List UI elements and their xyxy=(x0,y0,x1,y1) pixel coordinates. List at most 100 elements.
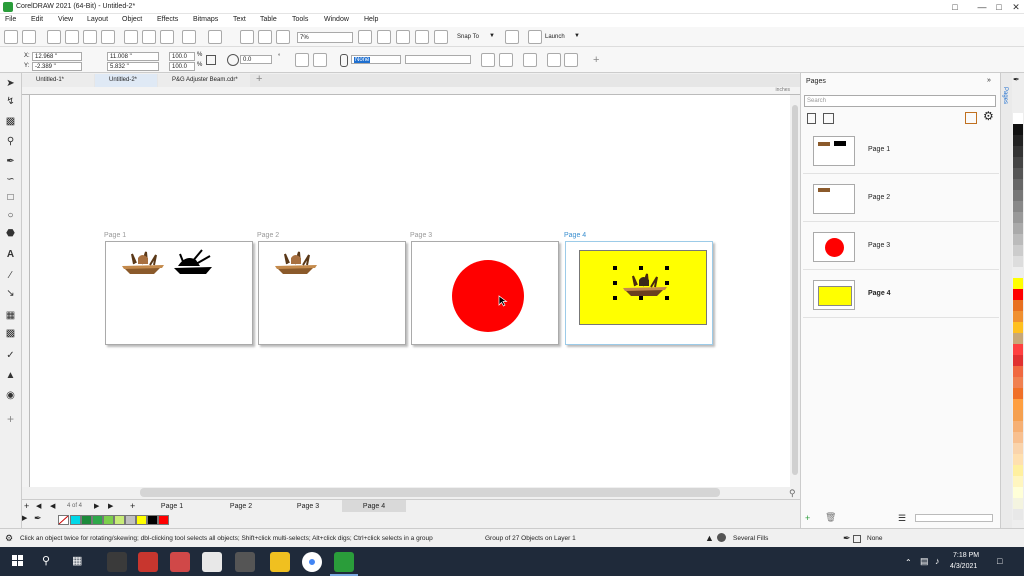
color-swatch[interactable] xyxy=(1013,421,1023,432)
color-swatch[interactable] xyxy=(1013,212,1023,223)
menu-bitmaps[interactable]: Bitmaps xyxy=(193,16,218,23)
save-icon[interactable] xyxy=(47,30,61,44)
outline-width-dropdown[interactable]: None xyxy=(351,55,401,64)
add-document-icon[interactable]: + xyxy=(256,73,262,85)
redo-icon[interactable] xyxy=(208,30,222,44)
boat-artwork-brown[interactable] xyxy=(273,246,323,276)
color-swatch[interactable] xyxy=(1013,234,1023,245)
palette-menu-icon[interactable]: ▶ xyxy=(22,514,27,522)
volume-icon[interactable]: ♪ xyxy=(935,556,940,566)
launch-icon[interactable] xyxy=(528,30,542,44)
envelope-tool-icon[interactable]: ▦ xyxy=(3,309,18,322)
color-swatch[interactable] xyxy=(1013,157,1023,168)
vertical-scrollbar[interactable] xyxy=(790,95,800,487)
mirror-horizontal-icon[interactable] xyxy=(295,53,309,67)
page-thumbnail-2[interactable] xyxy=(813,184,855,214)
ellipse-tool-icon[interactable]: ○ xyxy=(3,209,18,222)
page-3[interactable] xyxy=(411,241,559,345)
maximize-button[interactable]: □ xyxy=(992,1,1006,13)
page-thumbnail-row-4[interactable]: Page 4 xyxy=(803,272,999,318)
rectangle-tool-icon[interactable]: □ xyxy=(3,191,18,204)
shape-tool-icon[interactable]: ↯ xyxy=(3,95,18,108)
rotation-angle-field[interactable]: 0.0 xyxy=(240,55,272,64)
doc-tab-pg-adjuster-beam[interactable]: P&G Adjuster Beam.cdr* xyxy=(158,74,250,87)
taskbar-date[interactable]: 4/3/2021 xyxy=(950,563,977,570)
import-icon[interactable] xyxy=(240,30,254,44)
document-palette-swatch[interactable] xyxy=(114,515,125,525)
rulers-icon[interactable] xyxy=(434,30,448,44)
list-view-icon[interactable]: ☰ xyxy=(898,513,906,524)
color-swatch[interactable] xyxy=(1013,333,1023,344)
add-page-icon[interactable]: + xyxy=(805,513,810,523)
search-icon[interactable]: ⚲ xyxy=(42,554,50,567)
eyedropper-tool-icon[interactable]: ✓ xyxy=(3,349,18,362)
menu-view[interactable]: View xyxy=(58,16,73,23)
lock-ratio-icon[interactable] xyxy=(206,55,216,65)
y-position-field[interactable]: -2.389 " xyxy=(32,62,82,71)
menu-edit[interactable]: Edit xyxy=(31,16,43,23)
color-swatch[interactable] xyxy=(1013,487,1023,498)
height-field[interactable]: 5.832 " xyxy=(107,62,159,71)
selection-handle[interactable] xyxy=(665,266,669,270)
color-swatch[interactable] xyxy=(1013,410,1023,421)
selection-handle[interactable] xyxy=(639,266,643,270)
width-field[interactable]: 11.008 " xyxy=(107,52,159,61)
red-circle[interactable] xyxy=(452,260,524,332)
break-apart-icon[interactable] xyxy=(481,53,495,67)
color-swatch[interactable] xyxy=(1013,289,1023,300)
polygon-tool-icon[interactable]: ⬣ xyxy=(3,227,18,240)
boat-artwork-selected[interactable] xyxy=(621,270,669,300)
help-icon[interactable]: □ xyxy=(948,1,962,13)
document-palette-swatch[interactable] xyxy=(70,515,81,525)
scale-width-field[interactable]: 100.0 xyxy=(169,52,195,61)
menu-file[interactable]: File xyxy=(5,16,16,23)
selection-handle[interactable] xyxy=(665,296,669,300)
new-page-icon[interactable] xyxy=(807,113,816,124)
fill-status[interactable]: Several Fills xyxy=(733,535,768,542)
freehand-tool-icon[interactable]: ✒ xyxy=(3,155,18,168)
color-swatch[interactable] xyxy=(1013,443,1023,454)
docker-search-input[interactable]: Search xyxy=(804,95,996,107)
menu-help[interactable]: Help xyxy=(364,16,378,23)
gear-icon[interactable] xyxy=(505,30,519,44)
scale-height-field[interactable]: 100.0 xyxy=(169,62,195,71)
add-tool-icon[interactable]: + xyxy=(3,413,18,426)
color-swatch[interactable] xyxy=(1013,201,1023,212)
color-swatch[interactable] xyxy=(1013,300,1023,311)
copy-icon[interactable] xyxy=(142,30,156,44)
action-center-icon[interactable]: □ xyxy=(997,556,1002,566)
next-page-icon[interactable]: ▶ xyxy=(94,502,99,510)
color-swatch[interactable] xyxy=(1013,168,1023,179)
windows-start-icon[interactable] xyxy=(12,555,24,567)
vertical-scroll-thumb[interactable] xyxy=(792,105,798,475)
print-icon[interactable] xyxy=(101,30,115,44)
taskbar-time[interactable]: 7:18 PM xyxy=(953,552,979,559)
document-palette-swatch[interactable] xyxy=(147,515,158,525)
crop-tool-icon[interactable]: ▩ xyxy=(3,115,18,128)
horizontal-scroll-thumb[interactable] xyxy=(140,488,720,497)
page-thumbnail-row-3[interactable]: Page 3 xyxy=(803,224,999,270)
duplicate-page-icon[interactable] xyxy=(823,113,834,124)
trash-icon[interactable]: 🗑 xyxy=(825,512,836,523)
page-thumbnail-4[interactable] xyxy=(813,280,855,310)
horizontal-ruler[interactable]: inches xyxy=(22,87,800,95)
zoom-to-page-icon[interactable] xyxy=(358,30,372,44)
x-position-field[interactable]: 12.968 " xyxy=(32,52,82,61)
close-button[interactable]: ✕ xyxy=(1009,1,1023,13)
doc-tab-untitled-1[interactable]: Untitled-1* xyxy=(22,74,94,87)
color-swatch[interactable] xyxy=(1013,498,1023,509)
add-icon[interactable]: + xyxy=(593,54,599,66)
document-palette-swatch[interactable] xyxy=(92,515,103,525)
color-swatch[interactable] xyxy=(1013,311,1023,322)
thumbnail-view-icon[interactable] xyxy=(965,112,977,124)
page-thumbnail-3[interactable] xyxy=(813,232,855,262)
color-swatch[interactable] xyxy=(1013,267,1023,278)
zoom-tool-icon[interactable]: ⚲ xyxy=(3,135,18,148)
show-guidelines-icon[interactable] xyxy=(415,30,429,44)
chevron-down-icon[interactable]: ▼ xyxy=(574,33,580,39)
color-swatch[interactable] xyxy=(1013,388,1023,399)
color-swatch[interactable] xyxy=(1013,399,1023,410)
cut-icon[interactable] xyxy=(124,30,138,44)
transparency-tool-icon[interactable]: ▩ xyxy=(3,327,18,340)
drawing-canvas[interactable]: Page 1 Page 2 Page 3 Page 4 xyxy=(30,95,790,487)
